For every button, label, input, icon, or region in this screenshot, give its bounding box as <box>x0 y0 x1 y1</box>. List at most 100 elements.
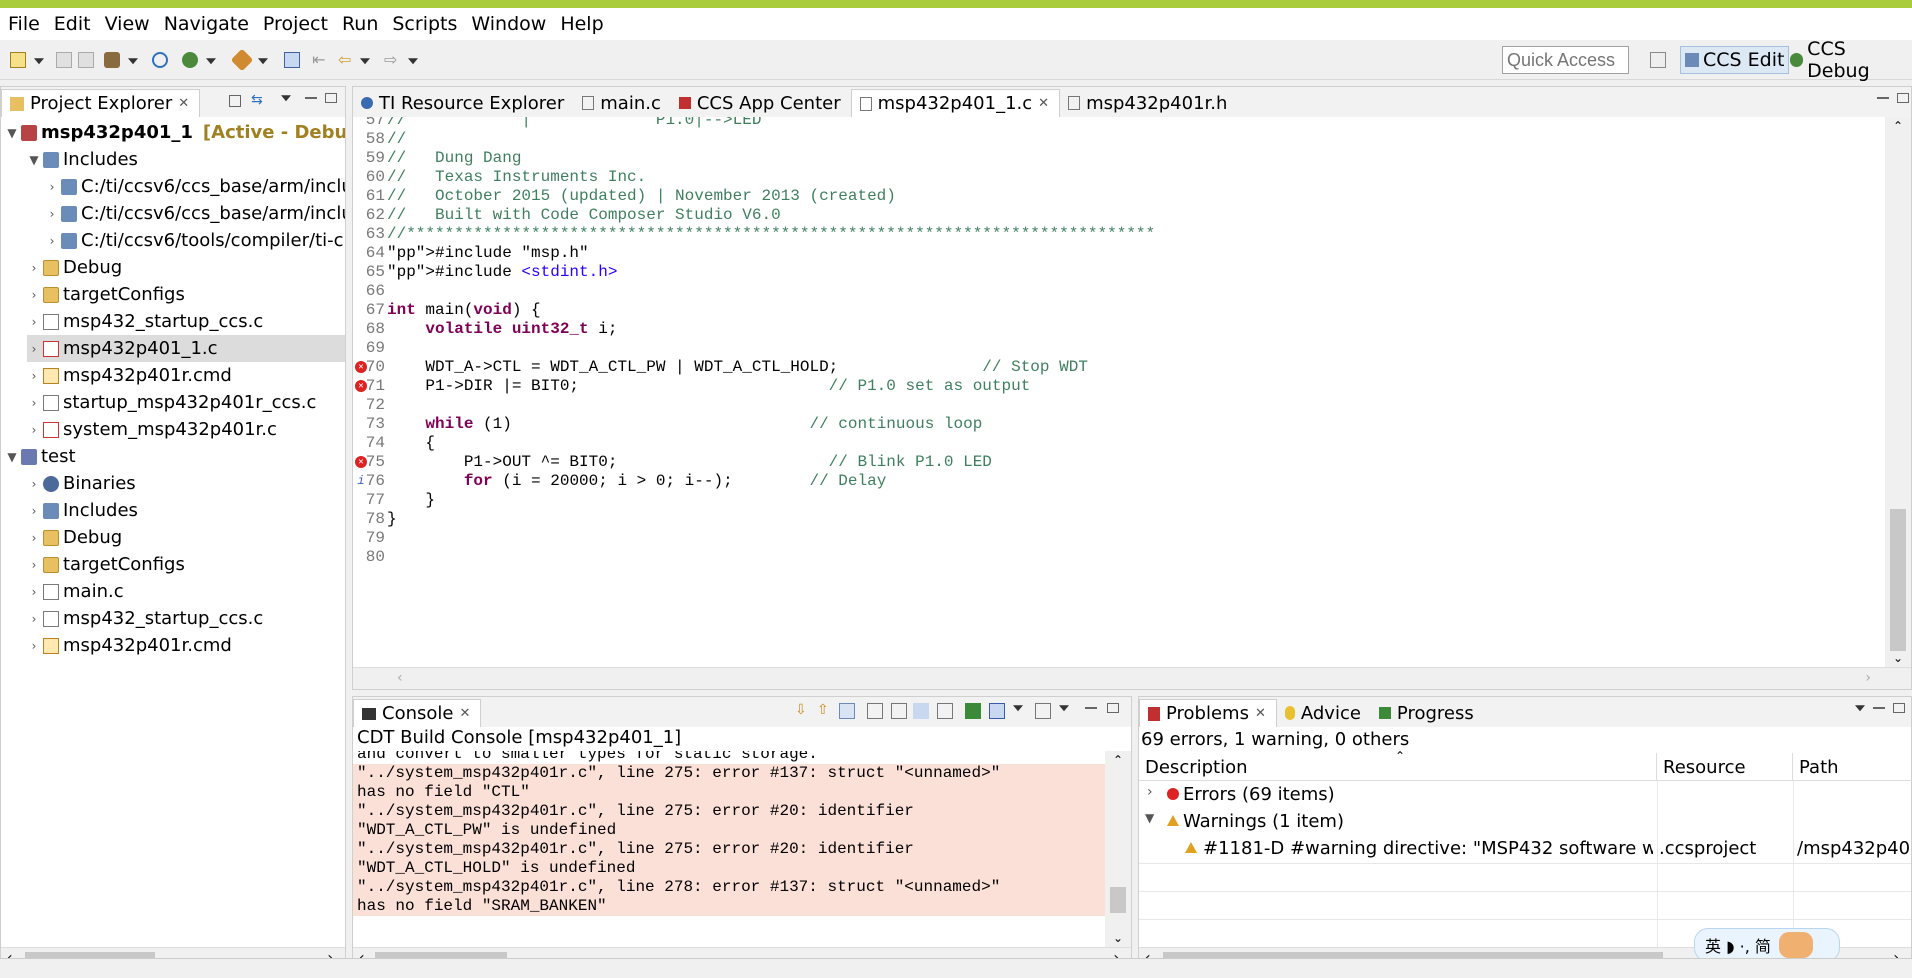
show-console-icon[interactable] <box>913 703 929 719</box>
word-wrap-icon[interactable] <box>891 703 907 719</box>
save-icon[interactable] <box>56 51 72 68</box>
scrollbar-thumb[interactable] <box>1890 509 1906 651</box>
expand-icon[interactable]: › <box>27 396 41 410</box>
menu-scripts[interactable]: Scripts <box>384 13 463 35</box>
last-edit-icon[interactable]: ⇤ <box>312 51 328 68</box>
back-dropdown-icon[interactable] <box>360 57 370 64</box>
expand-icon[interactable]: › <box>27 585 41 599</box>
scroll-right-icon[interactable]: › <box>1865 670 1871 686</box>
tree-item-file[interactable]: › main.c <box>27 578 124 605</box>
tree-item-file[interactable]: › startup_msp432p401r_ccs.c <box>27 389 317 416</box>
column-header-path[interactable]: Path <box>1793 753 1912 781</box>
tree-item-debug[interactable]: › Debug <box>27 524 123 551</box>
flash-icon[interactable] <box>230 48 254 71</box>
debug-dropdown-icon[interactable] <box>206 57 216 64</box>
scroll-down-icon[interactable]: ⌄ <box>1893 651 1903 665</box>
refresh-icon[interactable] <box>152 51 168 68</box>
maximize-icon[interactable] <box>1893 703 1905 713</box>
tab-main-c[interactable]: main.c <box>574 89 671 117</box>
expand-icon[interactable]: › <box>27 288 41 302</box>
open-console-dropdown-icon[interactable] <box>1059 705 1069 712</box>
maximize-icon[interactable] <box>1107 703 1119 713</box>
link-editor-icon[interactable]: ⇆ <box>251 93 267 109</box>
debug-icon[interactable] <box>182 51 198 68</box>
tab-project-explorer[interactable]: Project Explorer ✕ <box>1 89 201 117</box>
menu-view[interactable]: View <box>97 13 156 35</box>
expand-icon[interactable]: › <box>27 342 41 356</box>
tree-item-file[interactable]: › msp432_startup_ccs.c <box>27 308 264 335</box>
next-error-icon[interactable]: ⇩ <box>795 703 811 719</box>
view-menu-icon[interactable] <box>281 95 291 102</box>
terminal-icon[interactable] <box>284 51 300 68</box>
tab-progress[interactable]: Progress <box>1371 699 1484 727</box>
open-console-icon[interactable] <box>1035 703 1051 719</box>
error-marker-icon[interactable]: ✕ <box>355 361 367 373</box>
new-dropdown-icon[interactable] <box>34 57 44 64</box>
open-perspective-icon[interactable] <box>1650 51 1666 68</box>
flash-dropdown-icon[interactable] <box>258 57 268 64</box>
expand-icon[interactable]: › <box>27 315 41 329</box>
collapse-icon[interactable]: ▼ <box>27 153 41 167</box>
perspective-ccs-debug[interactable]: CCS Debug <box>1786 38 1912 82</box>
menu-navigate[interactable]: Navigate <box>156 13 255 35</box>
tab-console[interactable]: Console ✕ <box>353 699 482 727</box>
expand-icon[interactable]: › <box>27 261 41 275</box>
tree-item-project-test[interactable]: ▼ test <box>5 443 75 470</box>
new-icon[interactable] <box>10 51 26 68</box>
collapse-icon[interactable]: ▼ <box>5 126 19 140</box>
close-icon[interactable]: ✕ <box>1038 96 1049 111</box>
build-dropdown-icon[interactable] <box>128 57 138 64</box>
tree-item-project-msp432p401_1[interactable]: ▼ msp432p401_1 [Active - Debug] <box>5 119 345 146</box>
perspective-ccs-edit[interactable]: CCS Edit <box>1680 46 1790 74</box>
copy-icon[interactable] <box>867 703 883 719</box>
collapse-all-icon[interactable] <box>229 95 241 107</box>
tab-ccs-app-center[interactable]: CCS App Center <box>671 89 851 117</box>
save-all-icon[interactable] <box>78 51 94 68</box>
column-header-description[interactable]: Description ⌃ <box>1139 749 1657 781</box>
tree-item-debug[interactable]: › Debug <box>27 254 123 281</box>
back-icon[interactable]: ⇦ <box>338 51 354 68</box>
scroll-left-icon[interactable]: ‹ <box>397 670 403 686</box>
tree-item-include-path[interactable]: › C:/ti/ccsv6/ccs_base/arm/inclu <box>45 200 345 227</box>
code-editor[interactable]: 57// | P1.0|-->LED 58//59// Dung Dang 60//… <box>353 117 1885 667</box>
minimize-icon[interactable] <box>1873 707 1885 709</box>
display-console-icon[interactable] <box>989 703 1005 719</box>
menu-file[interactable]: File <box>0 13 46 35</box>
tree-item-file-selected[interactable]: › msp432p401_1.c <box>27 335 345 362</box>
error-marker-icon[interactable]: ✕ <box>355 380 367 392</box>
minimize-icon[interactable] <box>1085 707 1097 709</box>
expand-icon[interactable]: › <box>27 477 41 491</box>
view-menu-icon[interactable] <box>1855 705 1865 712</box>
expand-icon[interactable]: › <box>27 504 41 518</box>
tree-item-binaries[interactable]: › Binaries <box>27 470 136 497</box>
expand-icon[interactable]: › <box>1147 784 1153 800</box>
menu-help[interactable]: Help <box>552 13 609 35</box>
tree-item-include-path[interactable]: › C:/ti/ccsv6/ccs_base/arm/inclu <box>45 173 345 200</box>
info-marker-icon[interactable]: i <box>355 475 367 487</box>
console-output[interactable]: and convert to smaller types for static … <box>353 751 1105 947</box>
scroll-lock-icon[interactable] <box>839 703 855 719</box>
tree-item-file[interactable]: › msp432_startup_ccs.c <box>27 605 264 632</box>
tab-msp432p401r-h[interactable]: msp432p401r.h <box>1060 89 1237 117</box>
forward-icon[interactable]: ⇨ <box>384 51 400 68</box>
tree-item-targetconfigs[interactable]: › targetConfigs <box>27 281 185 308</box>
menu-run[interactable]: Run <box>334 13 384 35</box>
expand-icon[interactable]: › <box>27 531 41 545</box>
tree-item-file[interactable]: › msp432p401r.cmd <box>27 632 232 659</box>
previous-error-icon[interactable]: ⇧ <box>817 703 833 719</box>
tab-advice[interactable]: Advice <box>1277 699 1371 727</box>
menu-edit[interactable]: Edit <box>46 13 97 35</box>
column-header-resource[interactable]: Resource <box>1657 753 1793 781</box>
error-marker-icon[interactable]: ✕ <box>355 456 367 468</box>
close-icon[interactable]: ✕ <box>459 706 470 721</box>
close-icon[interactable]: ✕ <box>1255 706 1266 721</box>
problem-row-warning-item[interactable]: #1181-D #warning directive: "MSP432 soft… <box>1139 838 1912 860</box>
expand-icon[interactable]: › <box>27 558 41 572</box>
pin-console-icon[interactable] <box>965 703 981 719</box>
collapse-icon[interactable]: ▼ <box>5 450 19 464</box>
expand-icon[interactable]: › <box>45 180 59 194</box>
tab-msp432p401-1-c[interactable]: msp432p401_1.c ✕ <box>850 89 1061 117</box>
menu-project[interactable]: Project <box>255 13 334 35</box>
display-console-dropdown-icon[interactable] <box>1013 705 1023 712</box>
tree-item-targetconfigs[interactable]: › targetConfigs <box>27 551 185 578</box>
